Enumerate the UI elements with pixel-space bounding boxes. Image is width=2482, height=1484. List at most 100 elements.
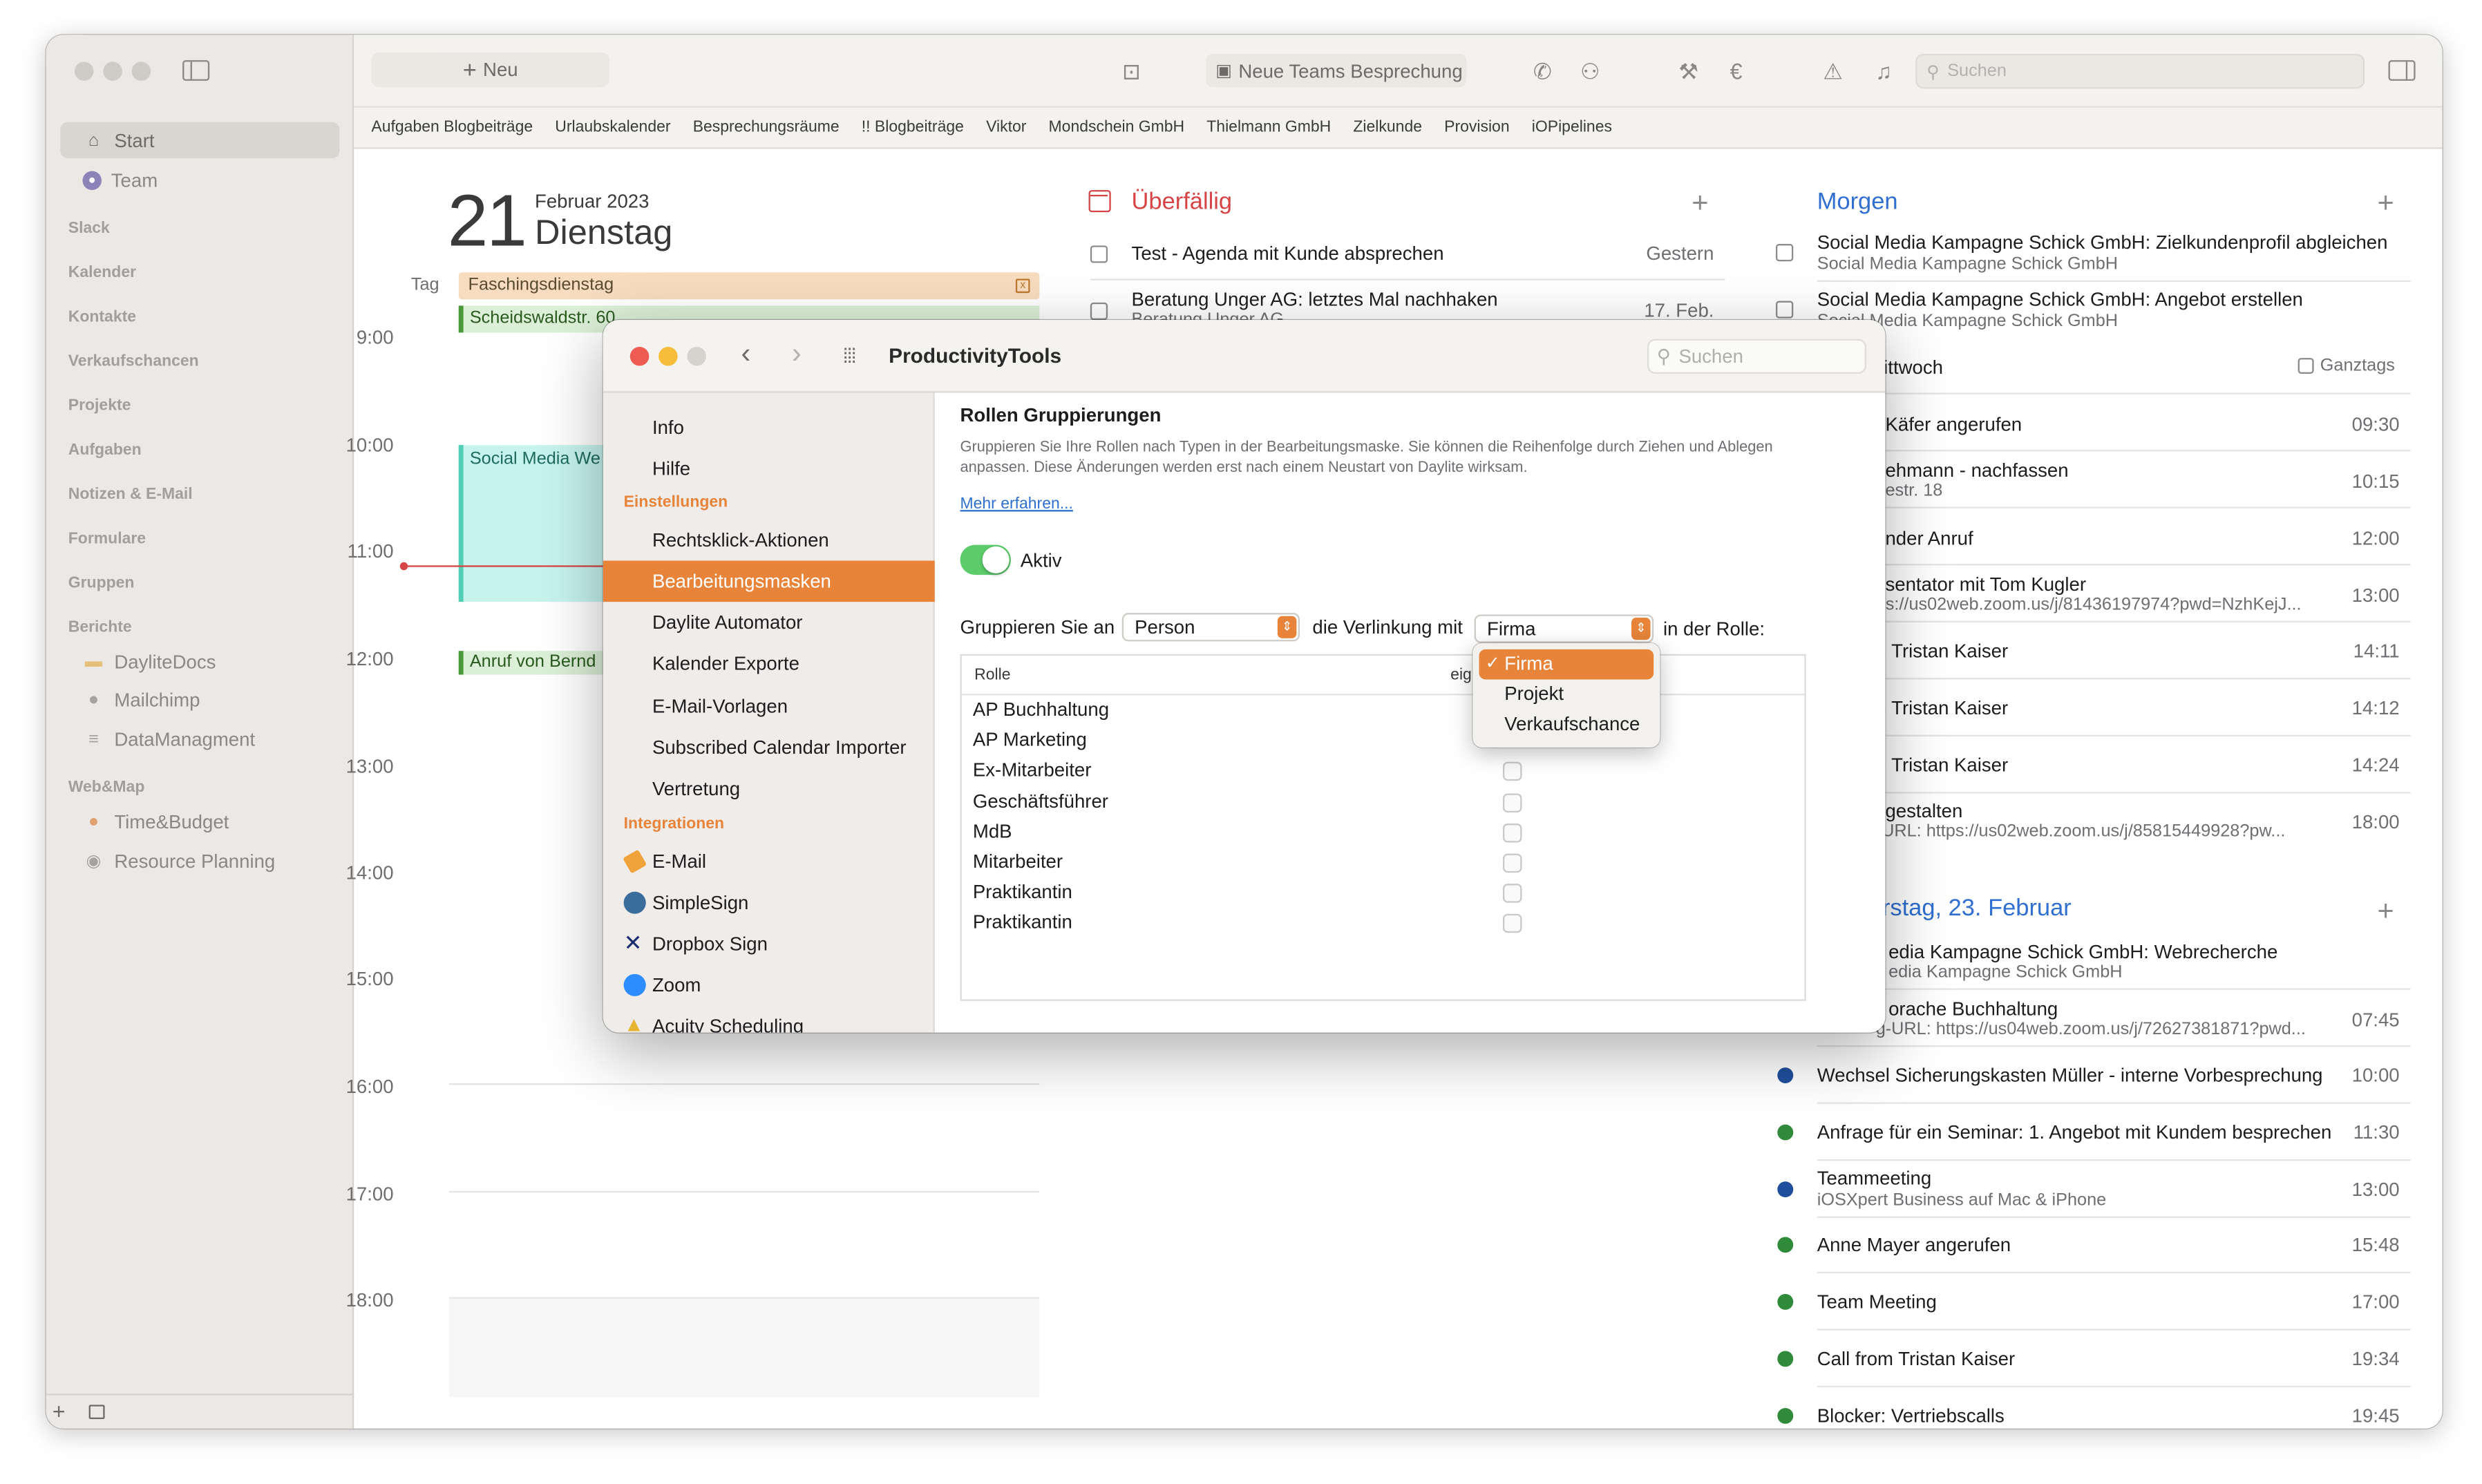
dialog-nav-dropbox-sign[interactable]: ✕ Dropbox Sign [603, 923, 935, 964]
favorite-item[interactable]: Urlaubskalender [555, 119, 670, 136]
minimize-traffic-light[interactable] [103, 61, 122, 81]
event-item[interactable]: n Tristan Kaiser [1876, 640, 2008, 662]
aktiv-toggle[interactable] [960, 544, 1011, 575]
role-row[interactable]: Praktikantin [973, 881, 1072, 903]
sidebar-header-kontakte[interactable]: Kontakte [68, 309, 136, 326]
event-item[interactable]: ehmann - nachfassen [1885, 459, 2068, 482]
link-select[interactable]: Firma ⇕ [1474, 614, 1654, 643]
dialog-nav-info[interactable]: Info [603, 407, 935, 448]
sidebar-item-daylitedocs[interactable]: ▬ DayliteDocs [60, 643, 339, 680]
dialog-nav-vertretung[interactable]: Vertretung [603, 768, 935, 810]
sidebar-item-mailchimp[interactable]: ● Mailchimp [60, 681, 339, 718]
column-header-eig[interactable]: eig [1450, 667, 1472, 684]
event-item[interactable]: Wechsel Sicherungskasten Müller - intern… [1817, 1064, 2323, 1086]
euro-icon[interactable]: € [1722, 57, 1750, 86]
sidebar-header-projekte[interactable]: Projekte [68, 397, 131, 415]
add-morgen-button[interactable]: + [2377, 187, 2394, 220]
dialog-nav-email[interactable]: E-Mail [603, 841, 935, 882]
role-row[interactable]: AP Marketing [973, 729, 1087, 751]
back-chevron-icon[interactable]: ‹ [741, 337, 751, 370]
favorite-item[interactable]: Thielmann GmbH [1206, 119, 1331, 136]
role-row[interactable]: Geschäftsführer [973, 790, 1108, 812]
dialog-nav-zoom[interactable]: Zoom [603, 964, 935, 1006]
role-checkbox[interactable] [1502, 853, 1522, 873]
sidebar-header-formulare[interactable]: Formulare [68, 531, 146, 548]
notification-settings-icon[interactable]: ⚠ [1819, 57, 1847, 86]
group-select[interactable]: Person ⇕ [1121, 613, 1300, 642]
role-row[interactable]: Praktikantin [973, 911, 1072, 933]
dialog-nav-email-vorlagen[interactable]: E-Mail-Vorlagen [603, 686, 935, 727]
dialog-nav-calendar-importer[interactable]: Subscribed Calendar Importer [603, 727, 935, 768]
add-overdue-button[interactable]: + [1692, 187, 1708, 220]
favorite-item[interactable]: Besprechungsräume [693, 119, 840, 136]
sidebar-item-resource-planning[interactable]: ◉ Resource Planning [60, 843, 339, 879]
role-row[interactable]: AP Buchhaltung [973, 698, 1109, 721]
sidebar-item-datamanagment[interactable]: ≡ DataManagment [60, 721, 339, 757]
new-button[interactable]: + Neu [371, 52, 609, 88]
event-item[interactable]: Anfrage für ein Seminar: 1. Angebot mit … [1817, 1121, 2332, 1143]
dialog-search-field[interactable]: ⚲ Suchen [1647, 339, 1866, 374]
tools-icon[interactable]: ⚒ [1674, 57, 1703, 86]
dialog-nav-kalender-exporte[interactable]: Kalender Exporte [603, 643, 935, 685]
inspector-toggle-icon[interactable] [2388, 60, 2416, 81]
dropdown-option-projekt[interactable]: Projekt [1479, 679, 1654, 710]
event-item[interactable]: Blocker: Vertriebscalls [1817, 1405, 2005, 1427]
sidebar-item-start[interactable]: ⌂ Start [60, 122, 340, 159]
sidebar-header-berichte[interactable]: Berichte [68, 619, 132, 636]
calendar-event-social-media[interactable]: Social Media We [458, 445, 618, 602]
dialog-nav-hilfe[interactable]: Hilfe [603, 448, 935, 490]
sidebar-header-webmap[interactable]: Web&Map [68, 779, 145, 797]
allday-checkbox-icon[interactable] [2298, 358, 2314, 374]
event-item[interactable]: Käfer angerufen [1885, 413, 2022, 435]
search-field[interactable]: ⚲ Suchen [1915, 53, 2365, 89]
dialog-nav-bearbeitungsmasken[interactable]: Bearbeitungsmasken [603, 560, 935, 602]
task-item[interactable]: edia Kampagne Schick GmbH: Webrecherche [1888, 941, 2277, 963]
sidebar-toggle-icon[interactable] [182, 60, 210, 81]
sidebar-item-team[interactable]: ● Team [60, 162, 339, 198]
event-item[interactable]: Anne Mayer angerufen [1817, 1235, 2011, 1257]
close-traffic-light[interactable] [74, 61, 94, 81]
favorite-item[interactable]: Provision [1444, 119, 1509, 136]
sidebar-header-slack[interactable]: Slack [68, 220, 110, 238]
favorite-item[interactable]: Viktor [986, 119, 1026, 136]
calendar-event-call[interactable]: Anruf von Bernd [458, 651, 609, 675]
teams-meeting-button[interactable]: ▣ Neue Teams Besprechung [1206, 53, 1467, 88]
morgen-task[interactable]: Social Media Kampagne Schick GmbH: Zielk… [1817, 231, 2388, 254]
event-item[interactable]: sentator mit Tom Kugler [1885, 573, 2086, 596]
task-checkbox[interactable] [1090, 302, 1108, 321]
morgen-task[interactable]: Social Media Kampagne Schick GmbH: Angeb… [1817, 288, 2303, 310]
favorite-item[interactable]: Aufgaben Blogbeiträge [371, 119, 533, 136]
role-checkbox[interactable] [1502, 914, 1522, 934]
sidebar-header-verkaufschancen[interactable]: Verkaufschancen [68, 353, 199, 370]
event-item[interactable]: Team Meeting [1817, 1291, 1937, 1313]
add-icon[interactable]: + [53, 1398, 66, 1424]
role-checkbox[interactable] [1502, 823, 1522, 843]
event-item[interactable]: gestalten [1885, 800, 1962, 822]
contact-phone-icon[interactable]: ⚇ [1576, 57, 1604, 86]
task-checkbox[interactable] [1776, 301, 1794, 318]
dialog-nav-acuity[interactable]: ▲ Acuity Scheduling [603, 1006, 935, 1033]
dialog-minimize-button[interactable] [659, 347, 678, 366]
dropdown-option-verkaufschance[interactable]: Verkaufschance [1479, 710, 1654, 740]
task-checkbox[interactable] [1776, 244, 1794, 262]
sidebar-header-aufgaben[interactable]: Aufgaben [68, 442, 142, 459]
role-row[interactable]: Mitarbeiter [973, 850, 1063, 873]
dialog-zoom-button[interactable] [687, 347, 707, 366]
allday-event[interactable]: Faschingsdienstag x [458, 272, 1040, 300]
role-row[interactable]: MdB [973, 820, 1012, 842]
dropdown-option-firma[interactable]: ✓ Firma [1479, 649, 1654, 680]
dialog-close-button[interactable] [629, 347, 650, 366]
dialog-nav-rechtsklick[interactable]: Rechtsklick-Aktionen [603, 520, 935, 561]
favorite-item[interactable]: !! Blogbeiträge [862, 119, 964, 136]
role-checkbox[interactable] [1502, 884, 1522, 904]
favorite-item[interactable]: Mondschein GmbH [1049, 119, 1185, 136]
daylite-logo-icon[interactable]: ⊡ [1117, 57, 1146, 86]
sidebar-header-notizen[interactable]: Notizen & E-Mail [68, 486, 193, 504]
event-item[interactable]: nder Anruf [1885, 527, 1973, 549]
role-row[interactable]: Ex-Mitarbeiter [973, 759, 1092, 781]
task-checkbox[interactable] [1090, 245, 1108, 263]
overdue-task[interactable]: Test - Agenda mit Kunde absprechen [1132, 242, 1444, 265]
sidebar-header-kalender[interactable]: Kalender [68, 265, 136, 282]
event-item[interactable]: n Tristan Kaiser [1876, 754, 2008, 776]
favorite-item[interactable]: iOPipelines [1532, 119, 1612, 136]
